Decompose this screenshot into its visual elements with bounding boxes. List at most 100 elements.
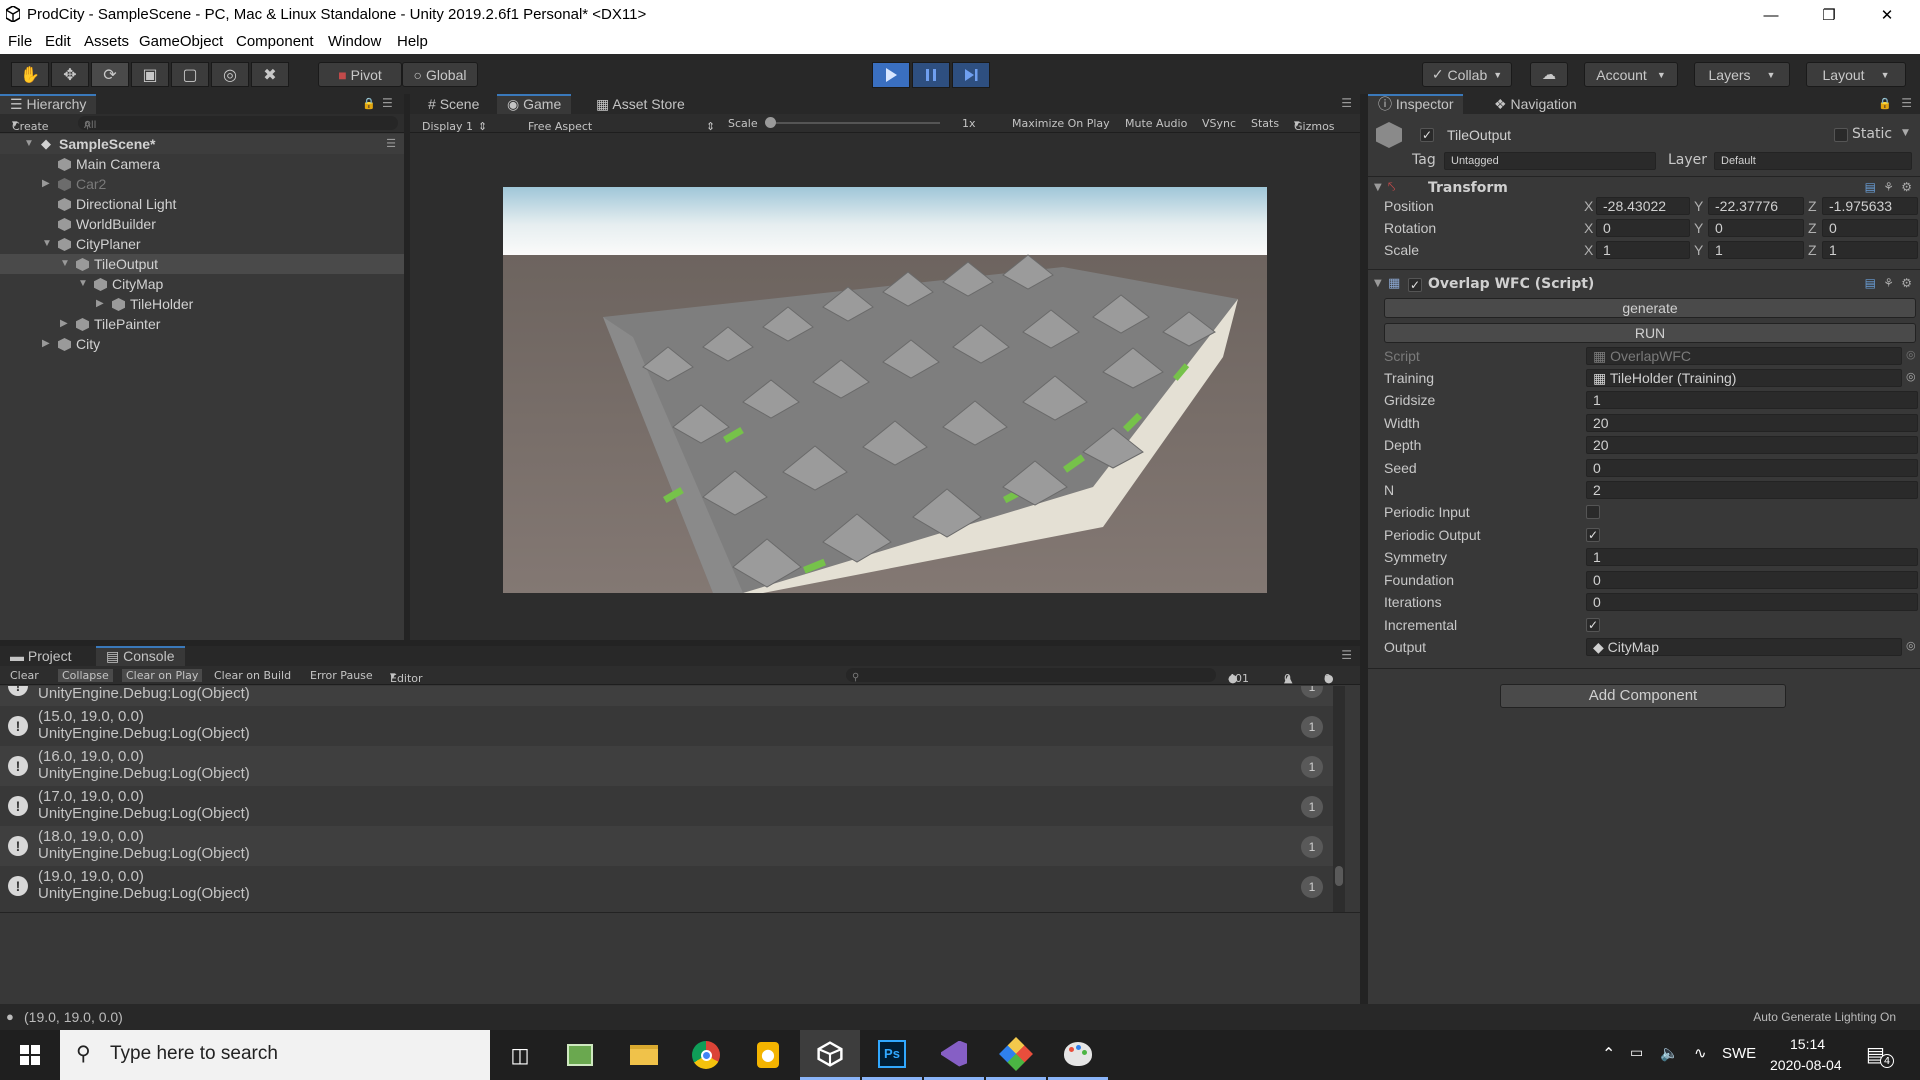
paint-app-icon[interactable]	[1048, 1030, 1108, 1080]
training-field[interactable]: ▦ TileHolder (Training)	[1586, 369, 1902, 387]
expand-arrow-icon[interactable]: ▼	[1374, 178, 1382, 198]
lock-icon[interactable]: 🔒	[362, 97, 376, 110]
seed-field[interactable]: 0	[1586, 459, 1918, 477]
gridsize-field[interactable]: 1	[1586, 391, 1918, 409]
iterations-field[interactable]: 0	[1586, 593, 1918, 611]
help-icon[interactable]: ▤	[1865, 180, 1876, 194]
object-picker-icon[interactable]: ◎	[1906, 639, 1916, 652]
git-client-icon[interactable]	[986, 1030, 1046, 1080]
language-indicator[interactable]: SWE	[1722, 1045, 1756, 1062]
visual-studio-icon[interactable]	[924, 1030, 984, 1080]
tab-project[interactable]: ▬ Project	[0, 646, 81, 666]
tab-game[interactable]: ◉ Game	[497, 94, 572, 114]
notifications-button[interactable]: ▤ 4	[1866, 1042, 1894, 1068]
panel-menu-icon[interactable]: ☰	[1341, 648, 1352, 662]
scene-menu-icon[interactable]: ☰	[386, 134, 396, 154]
symmetry-field[interactable]: 1	[1586, 548, 1918, 566]
expand-arrow-icon[interactable]: ▼	[24, 134, 34, 154]
preset-icon[interactable]: ⚘	[1883, 180, 1894, 194]
menu-gameobject[interactable]: GameObject	[139, 33, 223, 50]
menu-help[interactable]: Help	[397, 33, 428, 50]
unity-taskbar-icon[interactable]	[800, 1030, 860, 1080]
expand-arrow-icon[interactable]: ▼	[60, 254, 70, 274]
clock-date[interactable]: 2020-08-04	[1770, 1057, 1842, 1073]
log-entry[interactable]: ! (15.0, 19.0, 0.0) UnityEngine.Debug:Lo…	[0, 706, 1333, 746]
layers-dropdown[interactable]: Layers ▼	[1694, 62, 1790, 87]
slider-thumb[interactable]	[765, 117, 776, 128]
tab-console[interactable]: ▤ Console	[96, 646, 185, 666]
step-button[interactable]	[952, 62, 990, 88]
close-window-button[interactable]: ✕	[1858, 0, 1916, 30]
tag-dropdown[interactable]: Untagged	[1444, 152, 1656, 170]
periodic-output-checkbox[interactable]: ✓	[1586, 528, 1600, 542]
rotation-x-field[interactable]: 0	[1596, 219, 1690, 237]
file-explorer-icon[interactable]	[614, 1030, 674, 1080]
taskbar-search-input[interactable]: ⚲ Type here to search	[60, 1030, 490, 1080]
windows-start-button[interactable]	[0, 1030, 60, 1080]
console-search-input[interactable]: ⚲	[846, 668, 1216, 683]
scrollbar-thumb[interactable]	[1335, 866, 1343, 886]
scale-z-field[interactable]: 1	[1822, 241, 1918, 259]
battery-icon[interactable]: ▭	[1630, 1045, 1643, 1061]
tab-asset-store[interactable]: ▦ Asset Store	[586, 94, 695, 114]
mute-audio-toggle[interactable]: Mute Audio	[1125, 117, 1187, 130]
script-enabled-checkbox[interactable]: ✓	[1408, 278, 1422, 292]
rect-tool-icon[interactable]: ▢	[171, 62, 209, 87]
hierarchy-item-selected[interactable]: ▼ TileOutput	[0, 254, 404, 274]
maximize-on-play-toggle[interactable]: Maximize On Play	[1012, 117, 1110, 130]
static-checkbox[interactable]	[1834, 128, 1848, 142]
preset-icon[interactable]: ⚘	[1883, 276, 1894, 290]
tab-navigation[interactable]: ❖ Navigation	[1484, 94, 1587, 114]
scale-slider[interactable]	[765, 117, 940, 128]
tab-inspector[interactable]: ⓘ Inspector	[1368, 94, 1464, 114]
photos-app-icon[interactable]	[550, 1030, 610, 1080]
menu-edit[interactable]: Edit	[45, 33, 71, 50]
depth-field[interactable]: 20	[1586, 436, 1918, 454]
object-picker-icon[interactable]: ◎	[1906, 348, 1916, 361]
stats-toggle[interactable]: Stats	[1251, 117, 1279, 130]
clear-on-build-toggle[interactable]: Clear on Build	[214, 669, 291, 682]
hierarchy-item[interactable]: ▶ TileHolder	[0, 294, 404, 314]
minimize-button[interactable]: —	[1742, 0, 1800, 30]
scale-x-field[interactable]: 1	[1596, 241, 1690, 259]
cloud-button[interactable]: ☁	[1530, 62, 1568, 87]
menu-window[interactable]: Window	[328, 33, 381, 50]
tips-app-icon[interactable]: ●	[738, 1030, 798, 1080]
volume-icon[interactable]: 🔈	[1660, 1044, 1679, 1062]
hierarchy-item[interactable]: WorldBuilder	[0, 214, 404, 234]
lock-icon[interactable]: 🔒	[1878, 97, 1892, 110]
hierarchy-item[interactable]: Main Camera	[0, 154, 404, 174]
vsync-toggle[interactable]: VSync	[1202, 117, 1236, 130]
position-x-field[interactable]: -28.43022	[1596, 197, 1690, 215]
editor-dropdown[interactable]: Editor ▾	[390, 669, 423, 685]
wifi-icon[interactable]: ∿	[1694, 1044, 1707, 1062]
gear-icon[interactable]: ⚙	[1901, 276, 1912, 290]
hierarchy-item[interactable]: ▶ City	[0, 334, 404, 354]
game-viewport[interactable]	[503, 187, 1267, 593]
foundation-field[interactable]: 0	[1586, 571, 1918, 589]
panel-menu-icon[interactable]: ☰	[1901, 96, 1912, 110]
expand-arrow-icon[interactable]: ▶	[42, 174, 50, 194]
error-pause-toggle[interactable]: Error Pause	[310, 669, 373, 682]
task-view-icon[interactable]: ◫	[490, 1030, 550, 1080]
gizmos-dropdown[interactable]: Gizmos ▾	[1294, 117, 1335, 133]
move-tool-icon[interactable]: ✥	[51, 62, 89, 87]
hierarchy-item[interactable]: Directional Light	[0, 194, 404, 214]
collapse-toggle[interactable]: Collapse	[58, 669, 113, 682]
hierarchy-item[interactable]: ▼ CityMap	[0, 274, 404, 294]
scrollbar[interactable]	[1333, 686, 1345, 912]
position-z-field[interactable]: -1.975633	[1822, 197, 1918, 215]
log-entry[interactable]: ! (19.0, 19.0, 0.0) UnityEngine.Debug:Lo…	[0, 866, 1333, 906]
chrome-icon[interactable]	[676, 1030, 736, 1080]
help-icon[interactable]: ▤	[1865, 276, 1876, 290]
hierarchy-search-input[interactable]: ⚲ All	[78, 116, 398, 131]
object-name-field[interactable]: TileOutput	[1440, 126, 1760, 144]
expand-arrow-icon[interactable]: ▶	[96, 294, 104, 314]
expand-arrow-icon[interactable]: ▶	[42, 334, 50, 354]
custom-tool-icon[interactable]: ✖	[251, 62, 289, 87]
create-dropdown[interactable]: Create ▾	[12, 117, 49, 133]
incremental-checkbox[interactable]: ✓	[1586, 618, 1600, 632]
clear-on-play-toggle[interactable]: Clear on Play	[122, 669, 203, 682]
hierarchy-item[interactable]: ▶ TilePainter	[0, 314, 404, 334]
scale-tool-icon[interactable]: ▣	[131, 62, 169, 87]
